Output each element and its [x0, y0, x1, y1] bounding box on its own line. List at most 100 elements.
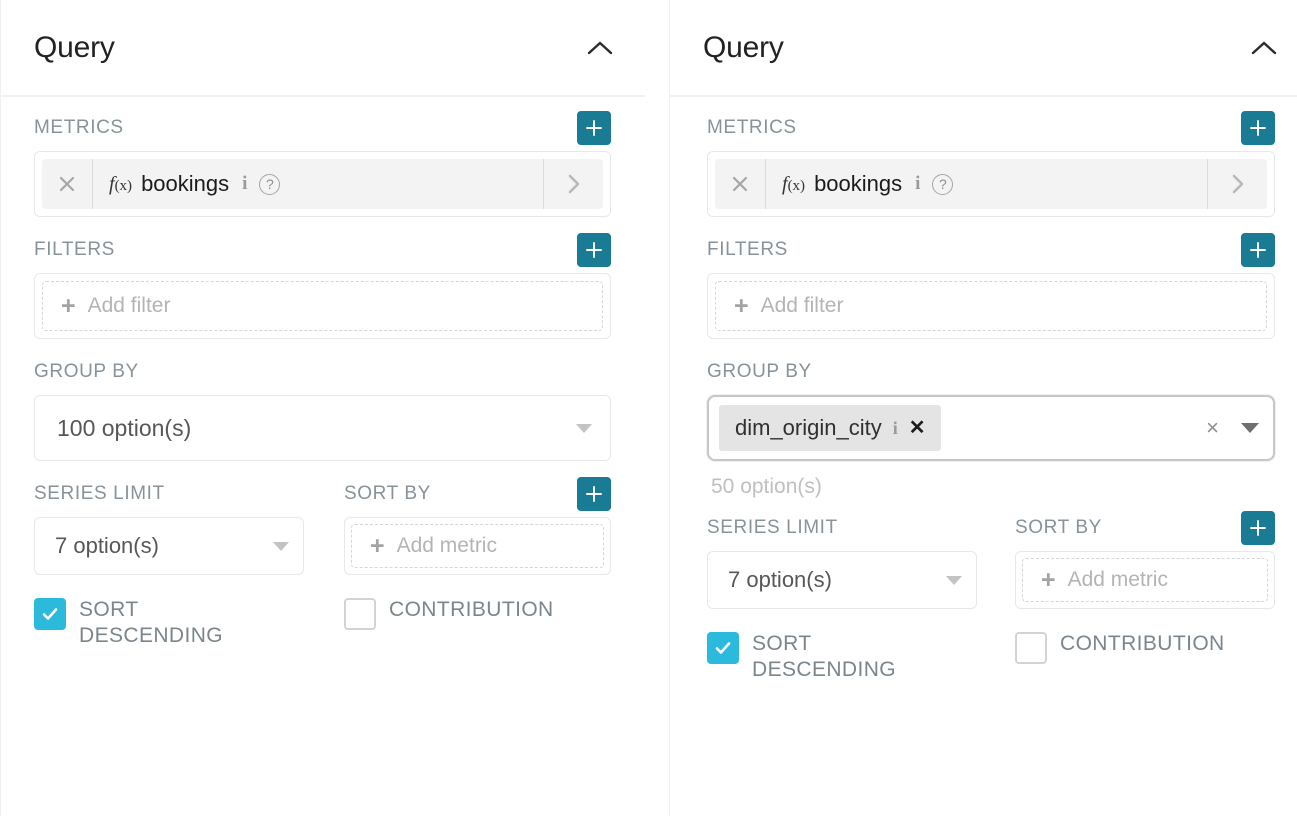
contribution-label: CONTRIBUTION	[389, 598, 554, 621]
function-icon: f(x)	[109, 172, 133, 195]
filters-header: FILTERS	[34, 233, 611, 267]
sort-by-section: SORT BY + Add metric	[1015, 511, 1275, 609]
group-by-helper-text: 50 option(s)	[711, 475, 822, 498]
chevron-down-icon[interactable]	[273, 541, 289, 551]
clear-all-icon[interactable]: ×	[1206, 417, 1219, 439]
sort-descending-group[interactable]: SORT DESCENDING	[707, 631, 977, 684]
panel-left-edge	[0, 0, 1, 816]
series-limit-label: SERIES LIMIT	[34, 483, 165, 504]
filters-section: FILTERS + Add filter	[34, 233, 611, 339]
series-limit-value: 7 option(s)	[728, 567, 832, 592]
contribution-checkbox[interactable]	[344, 598, 376, 630]
group-by-value: 100 option(s)	[57, 414, 192, 441]
sort-by-control: + Add metric	[1015, 551, 1275, 609]
plus-icon: +	[61, 291, 76, 320]
add-sort-metric-button[interactable]	[577, 477, 611, 511]
info-icon[interactable]: i	[915, 173, 920, 195]
series-limit-header: SERIES LIMIT	[34, 477, 304, 511]
add-filter-button[interactable]	[1241, 233, 1275, 267]
sort-descending-group[interactable]: SORT DESCENDING	[34, 597, 304, 650]
group-by-select[interactable]: dim_origin_city i ✕ ×	[707, 395, 1275, 461]
sort-descending-label: SORT DESCENDING	[79, 598, 224, 648]
metric-name: bookings	[141, 171, 230, 196]
sort-by-header: SORT BY	[344, 477, 611, 511]
filters-control: + Add filter	[34, 273, 611, 339]
info-icon[interactable]: i	[893, 418, 898, 439]
filters-section: FILTERS + Add filter	[707, 233, 1275, 339]
group-by-actions: ×	[1206, 417, 1259, 439]
add-filter-dropzone[interactable]: + Add filter	[715, 281, 1267, 331]
metrics-control: f(x) bookings i ?	[707, 151, 1275, 217]
group-by-section: GROUP BY 100 option(s)	[34, 355, 611, 461]
metric-name: bookings	[814, 171, 903, 196]
series-limit-select[interactable]: 7 option(s)	[707, 551, 977, 609]
chevron-down-icon[interactable]	[576, 423, 592, 433]
chevron-right-icon[interactable]	[543, 159, 603, 209]
sort-descending-checkbox[interactable]	[707, 632, 739, 664]
info-icon[interactable]: i	[242, 173, 247, 195]
series-limit-select[interactable]: 7 option(s)	[34, 517, 304, 575]
panel-header: Query	[669, 0, 1297, 97]
sort-by-label: SORT BY	[1015, 517, 1102, 538]
panel-right-edge	[669, 0, 670, 816]
chevron-up-icon[interactable]	[585, 33, 615, 63]
close-icon[interactable]	[715, 159, 765, 209]
close-icon[interactable]: ✕	[909, 418, 926, 438]
chevron-down-icon[interactable]	[1241, 423, 1259, 433]
contribution-group[interactable]: CONTRIBUTION	[1015, 631, 1225, 684]
plus-icon: +	[734, 291, 749, 320]
metric-chip-body[interactable]: f(x) bookings i ?	[766, 171, 1207, 197]
add-filter-placeholder: Add filter	[760, 294, 844, 317]
group-by-tag[interactable]: dim_origin_city i ✕	[719, 405, 941, 451]
plus-icon: +	[370, 531, 385, 560]
group-by-select[interactable]: 100 option(s)	[34, 395, 611, 461]
metrics-header: METRICS	[707, 111, 1275, 145]
metrics-header: METRICS	[34, 111, 611, 145]
series-limit-header: SERIES LIMIT	[707, 511, 977, 545]
sort-descending-checkbox[interactable]	[34, 598, 66, 630]
metrics-label: METRICS	[34, 117, 124, 138]
metric-chip[interactable]: f(x) bookings i ?	[42, 159, 603, 209]
query-panel-right: Query METRICS f(x) bookings i ? FILTERS …	[669, 0, 1297, 816]
panel-body: METRICS f(x) bookings i ? FILTERS + Add …	[0, 111, 645, 650]
limit-sort-row: SERIES LIMIT 7 option(s) SORT BY + Add m…	[707, 511, 1275, 609]
metric-chip-body[interactable]: f(x) bookings i ?	[93, 171, 543, 197]
contribution-checkbox[interactable]	[1015, 632, 1047, 664]
contribution-group[interactable]: CONTRIBUTION	[344, 597, 554, 650]
add-metric-placeholder: Add metric	[396, 534, 497, 557]
add-metric-dropzone[interactable]: + Add metric	[1022, 558, 1268, 602]
filters-control: + Add filter	[707, 273, 1275, 339]
series-limit-value: 7 option(s)	[55, 533, 159, 558]
add-metric-button[interactable]	[1241, 111, 1275, 145]
add-metric-button[interactable]	[577, 111, 611, 145]
panel-header: Query	[0, 0, 645, 97]
plus-icon: +	[1041, 565, 1056, 594]
group-by-label: GROUP BY	[34, 361, 139, 382]
chevron-down-icon[interactable]	[946, 575, 962, 585]
query-panel-left: Query METRICS f(x) bookings i ? FILTERS …	[0, 0, 645, 816]
function-icon: f(x)	[782, 172, 806, 195]
question-circle-icon[interactable]: ?	[932, 173, 954, 195]
sort-descending-label: SORT DESCENDING	[752, 632, 897, 682]
series-limit-section: SERIES LIMIT 7 option(s)	[34, 477, 304, 575]
add-sort-metric-button[interactable]	[1241, 511, 1275, 545]
add-metric-placeholder: Add metric	[1067, 568, 1168, 591]
group-by-tag-label: dim_origin_city	[735, 415, 882, 440]
question-circle-icon[interactable]: ?	[259, 173, 281, 195]
add-metric-dropzone[interactable]: + Add metric	[351, 524, 604, 568]
chevron-right-icon[interactable]	[1207, 159, 1267, 209]
sort-by-section: SORT BY + Add metric	[344, 477, 611, 575]
group-by-header: GROUP BY	[707, 355, 1275, 389]
metric-chip[interactable]: f(x) bookings i ?	[715, 159, 1267, 209]
chevron-up-icon[interactable]	[1249, 33, 1279, 63]
group-by-section: GROUP BY dim_origin_city i ✕ × 50 option…	[707, 355, 1275, 499]
sort-by-control: + Add metric	[344, 517, 611, 575]
close-icon[interactable]	[42, 159, 92, 209]
filters-label: FILTERS	[707, 239, 788, 260]
query-panel-comparison: Query METRICS f(x) bookings i ? FILTERS …	[0, 0, 1297, 816]
add-filter-dropzone[interactable]: + Add filter	[42, 281, 603, 331]
filters-label: FILTERS	[34, 239, 115, 260]
sort-by-header: SORT BY	[1015, 511, 1275, 545]
add-filter-button[interactable]	[577, 233, 611, 267]
filters-header: FILTERS	[707, 233, 1275, 267]
